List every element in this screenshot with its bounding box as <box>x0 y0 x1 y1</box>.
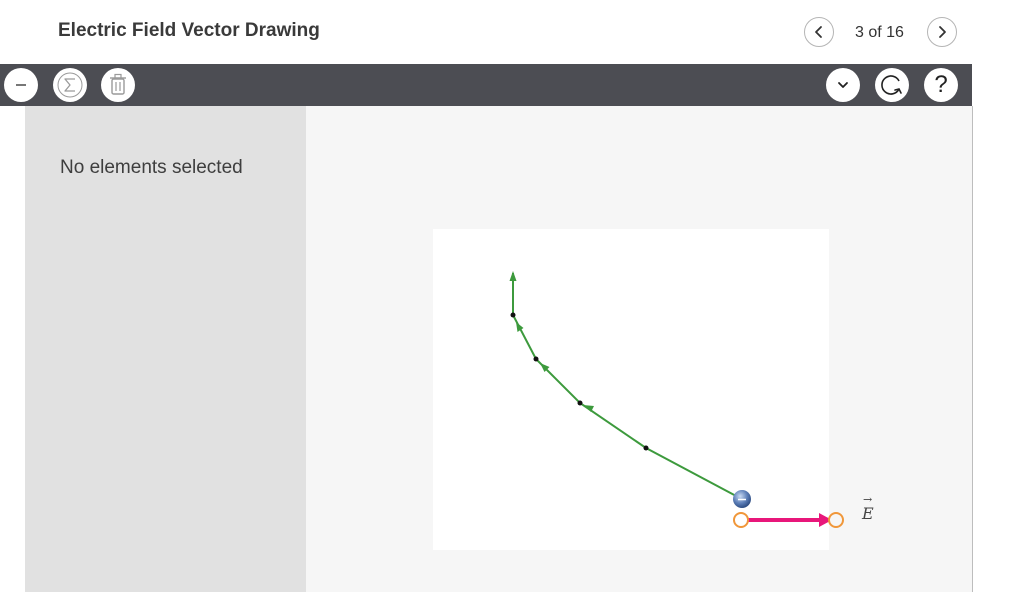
field-point <box>643 445 649 451</box>
field-point <box>577 400 583 406</box>
next-button[interactable] <box>927 17 957 47</box>
sigma-icon <box>57 72 83 98</box>
drawing-canvas[interactable] <box>433 229 832 550</box>
sum-button[interactable] <box>53 68 87 102</box>
selection-status: No elements selected <box>60 157 243 178</box>
vector-arrow-icon: → <box>863 493 873 506</box>
chevron-right-icon <box>939 26 946 38</box>
page-counter: 3 of 16 <box>855 24 904 41</box>
delete-button[interactable] <box>101 68 135 102</box>
properties-panel: No elements selected <box>25 106 306 592</box>
reset-icon <box>881 75 902 95</box>
tail-handle[interactable] <box>733 512 749 528</box>
help-icon: ? <box>934 71 948 98</box>
head-handle[interactable] <box>828 512 844 528</box>
help-button[interactable]: ? <box>924 68 958 102</box>
page-title: Electric Field Vector Drawing <box>58 20 320 41</box>
chevron-down-icon <box>838 82 848 88</box>
field-drawing <box>509 271 832 527</box>
remove-button[interactable] <box>4 68 38 102</box>
vector-handles <box>733 512 844 528</box>
field-point <box>510 312 516 318</box>
field-arrowhead <box>516 322 524 332</box>
previous-button[interactable] <box>804 17 834 47</box>
minus-icon <box>16 84 26 86</box>
reset-button[interactable] <box>875 68 909 102</box>
toolbar: ? <box>0 64 972 106</box>
point-charge[interactable] <box>733 490 751 508</box>
field-line <box>509 271 739 498</box>
trash-icon <box>110 73 126 95</box>
field-point <box>533 356 539 362</box>
options-dropdown-button[interactable] <box>826 68 860 102</box>
vector-label: → E <box>862 493 874 523</box>
chevron-left-icon <box>815 26 822 38</box>
field-arrowhead <box>509 271 517 281</box>
pager: 3 of 16 <box>804 16 964 48</box>
